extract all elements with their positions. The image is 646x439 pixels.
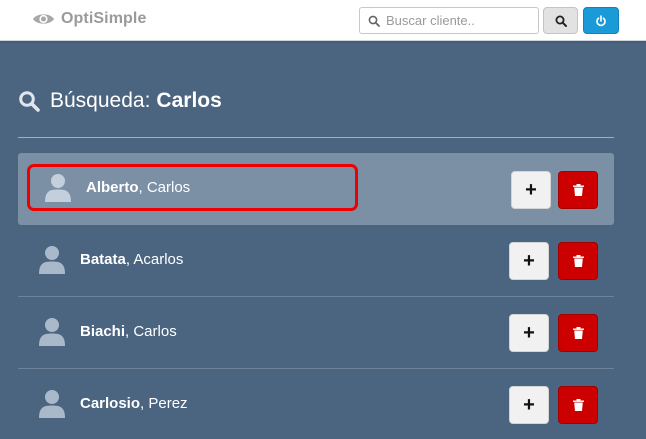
title-divider [18,137,614,138]
client-row[interactable]: Biachi, Carlos + [18,297,614,369]
top-navbar: OptiSimple [0,0,646,41]
add-button[interactable]: + [509,386,549,424]
add-button[interactable]: + [511,171,551,209]
delete-button[interactable] [558,242,598,280]
client-last-name: Carlosio [80,395,141,412]
search-box [359,7,539,34]
search-button[interactable] [543,7,578,34]
client-name[interactable]: Batata, Acarlos [80,251,183,268]
add-button[interactable]: + [509,314,549,352]
delete-button[interactable] [558,171,598,209]
client-row[interactable]: Batata, Acarlos + [18,225,614,297]
client-last-name: Alberto [86,179,139,196]
client-first-name: , Acarlos [125,251,184,268]
user-icon [39,318,65,346]
logout-button[interactable] [583,7,619,34]
trash-icon [572,255,584,267]
search-icon [19,91,40,112]
search-icon [368,15,380,27]
brand-name: OptiSimple [61,10,147,27]
add-button[interactable]: + [509,242,549,280]
user-icon [39,246,65,274]
client-row[interactable]: Alberto, Carlos + [18,153,614,225]
title-prefix: Búsqueda: [50,89,151,112]
client-row[interactable]: Carlosio, Perez + [18,369,614,439]
search-input[interactable] [386,13,536,28]
client-name[interactable]: Carlosio, Perez [80,395,188,412]
client-first-name: , Carlos [138,179,191,196]
client-first-name: , Carlos [125,323,177,340]
delete-button[interactable] [558,386,598,424]
client-last-name: Batata [80,251,126,268]
delete-button[interactable] [558,314,598,352]
client-first-name: , Perez [140,395,188,412]
trash-icon [572,399,584,411]
client-name[interactable]: Alberto, Carlos [86,179,190,196]
user-icon [45,174,71,202]
trash-icon [572,327,584,339]
search-icon [555,15,567,27]
client-last-name: Biachi [80,323,126,340]
eye-icon [32,14,55,24]
client-name[interactable]: Biachi, Carlos [80,323,177,340]
trash-icon [572,184,584,196]
brand[interactable]: OptiSimple [32,8,146,30]
search-term: Carlos [156,89,222,112]
user-icon [39,390,65,418]
power-icon [596,14,606,26]
page-title: Búsqueda: Carlos [18,86,222,116]
